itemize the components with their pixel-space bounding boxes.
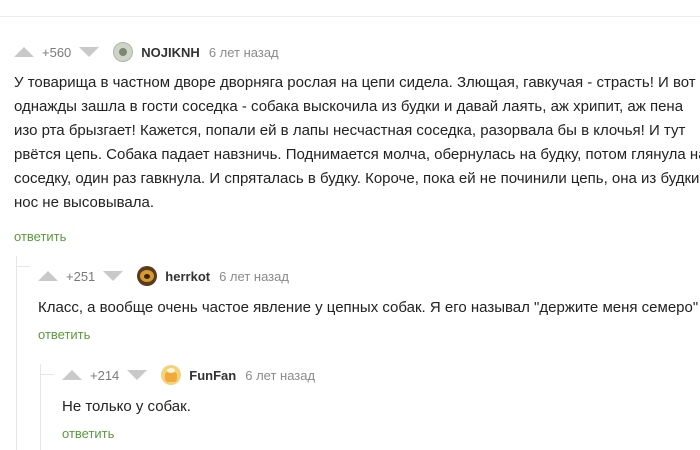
reply-link[interactable]: ответить [62,426,114,441]
comment-line: У товарища в частном дворе дворняга росл… [14,74,696,91]
top-divider [0,16,700,17]
avatar-image [165,372,178,382]
thread-branch-line [16,266,30,267]
comment-line: соседку, один раз гавкнула. И спряталась… [14,170,700,187]
upvote-icon[interactable] [14,47,34,57]
comment-rating: +214 [90,367,120,383]
comment-line: однажды зашла в гости соседка - собака в… [14,98,684,115]
comment-header: +214 FunFan 6 лет назад [62,365,315,385]
thread-branch-line [16,256,17,450]
comment-rating: +560 [42,44,72,60]
downvote-icon[interactable] [127,370,148,380]
avatar[interactable] [137,266,158,286]
comment-header: +560 NOJIKNH 6 лет назад [14,42,279,62]
comment-rating: +251 [66,268,96,284]
avatar-image [119,48,128,56]
comment-line: нос не высовывала. [14,194,155,211]
username[interactable]: FunFan [189,368,236,383]
username[interactable]: herrkot [165,269,210,284]
downvote-icon[interactable] [103,271,124,281]
comment-line: изо рта брызгает! Кажется, попали ей в л… [14,122,686,139]
thread-branch-line [40,364,41,450]
comment-body: У товарища в частном дворе дворняга росл… [14,71,700,215]
avatar[interactable] [113,42,134,62]
upvote-icon[interactable] [62,370,82,380]
timestamp[interactable]: 6 лет назад [209,45,279,60]
comment-header: +251 herrkot 6 лет назад [38,266,289,286]
comment-line: Не только у собак. [62,398,191,415]
comment-body: Класс, а вообще очень частое явление у ц… [38,296,698,320]
comment-line: рвётся цепь. Собака падает навзничь. Под… [14,146,700,163]
upvote-icon[interactable] [38,271,58,281]
reply-link[interactable]: ответить [14,229,66,244]
timestamp[interactable]: 6 лет назад [245,368,315,383]
comment-body: Не только у собак. [62,395,191,419]
downvote-icon[interactable] [79,47,100,57]
avatar[interactable] [161,365,182,385]
username[interactable]: NOJIKNH [141,45,200,60]
reply-link[interactable]: ответить [38,327,90,342]
comment-line: Класс, а вообще очень частое явление у ц… [38,299,699,316]
thread-branch-line [40,374,54,375]
timestamp[interactable]: 6 лет назад [219,269,289,284]
